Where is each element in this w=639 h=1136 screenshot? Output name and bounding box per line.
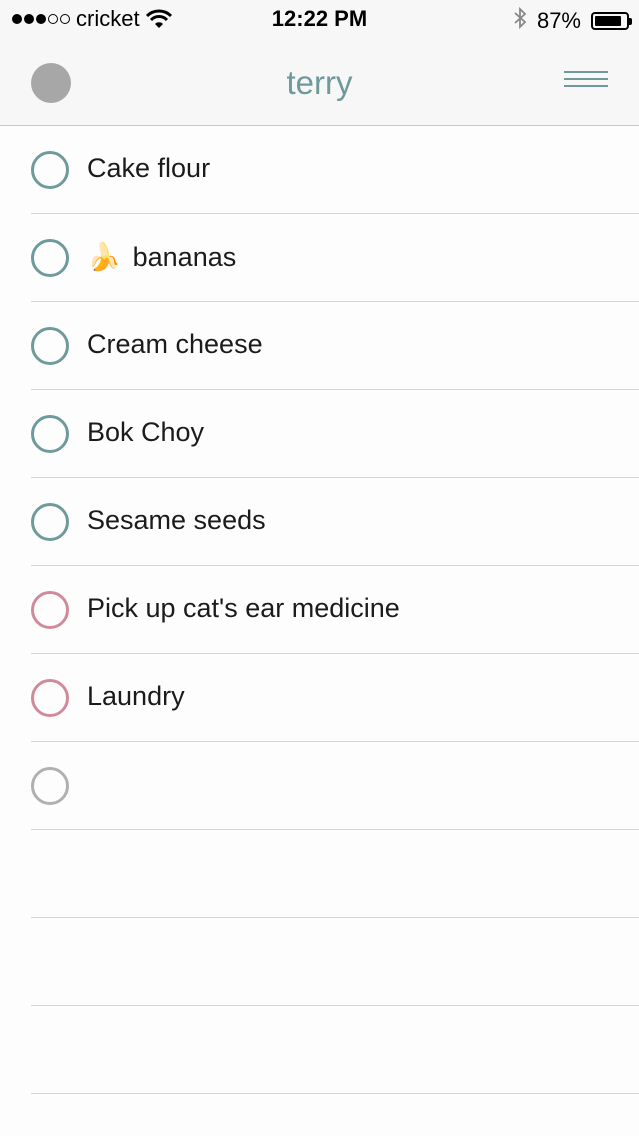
item-text[interactable]: Cake flour [87,153,210,184]
list-item[interactable]: 🍌 bananas [31,214,639,302]
checkbox-circle-icon[interactable] [31,591,69,629]
list-item[interactable]: Cream cheese [31,302,639,390]
item-label: Laundry [87,681,185,711]
nav-bar: terry [0,40,639,126]
list-item[interactable]: Cake flour [31,126,639,214]
item-text[interactable]: Pick up cat's ear medicine [87,593,400,624]
item-label: Sesame seeds [87,505,266,535]
list-item[interactable] [31,1006,639,1094]
menu-line [564,85,608,87]
checkbox-circle-icon[interactable] [31,679,69,717]
item-label: Cream cheese [87,329,263,359]
item-text[interactable]: Cream cheese [87,329,263,360]
bluetooth-icon [513,6,527,36]
checkbox-circle-icon[interactable] [31,415,69,453]
page-title: terry [286,64,353,101]
item-label: bananas [132,242,237,272]
list-item[interactable]: Pick up cat's ear medicine [31,566,639,654]
list-item[interactable] [31,742,639,830]
checkbox-circle-icon[interactable] [31,503,69,541]
checkbox-circle-icon[interactable] [31,151,69,189]
status-right: 87% [513,6,632,36]
battery-percent: 87% [536,8,581,33]
list-item[interactable]: Laundry [31,654,639,742]
checkbox-circle-icon[interactable] [31,327,69,365]
battery-icon [591,12,632,30]
todo-list: Cake flour 🍌 bananas Cream cheese Bok Choy Se… [0,126,639,1094]
menu-line [564,78,608,80]
item-text[interactable]: 🍌 bananas [87,241,236,273]
status-bar: cricket 12:22 PM 87% [0,0,639,40]
list-item[interactable] [31,830,639,918]
checkbox-circle-icon[interactable] [31,239,69,277]
item-text[interactable]: Sesame seeds [87,505,266,536]
banana-emoji-icon: 🍌 [87,242,121,272]
list-item[interactable]: Bok Choy [31,390,639,478]
battery-fill [595,16,621,26]
list-item[interactable] [31,918,639,1006]
item-text[interactable]: Bok Choy [87,417,204,448]
list-item[interactable]: Sesame seeds [31,478,639,566]
item-text[interactable]: Laundry [87,681,185,712]
battery-nub [629,18,632,25]
item-label: Pick up cat's ear medicine [87,593,400,623]
item-label: Bok Choy [87,417,205,447]
hamburger-menu-icon[interactable] [564,71,608,91]
item-label: Cake flour [87,153,211,183]
checkbox-circle-icon[interactable] [31,767,69,805]
menu-line [564,71,608,73]
